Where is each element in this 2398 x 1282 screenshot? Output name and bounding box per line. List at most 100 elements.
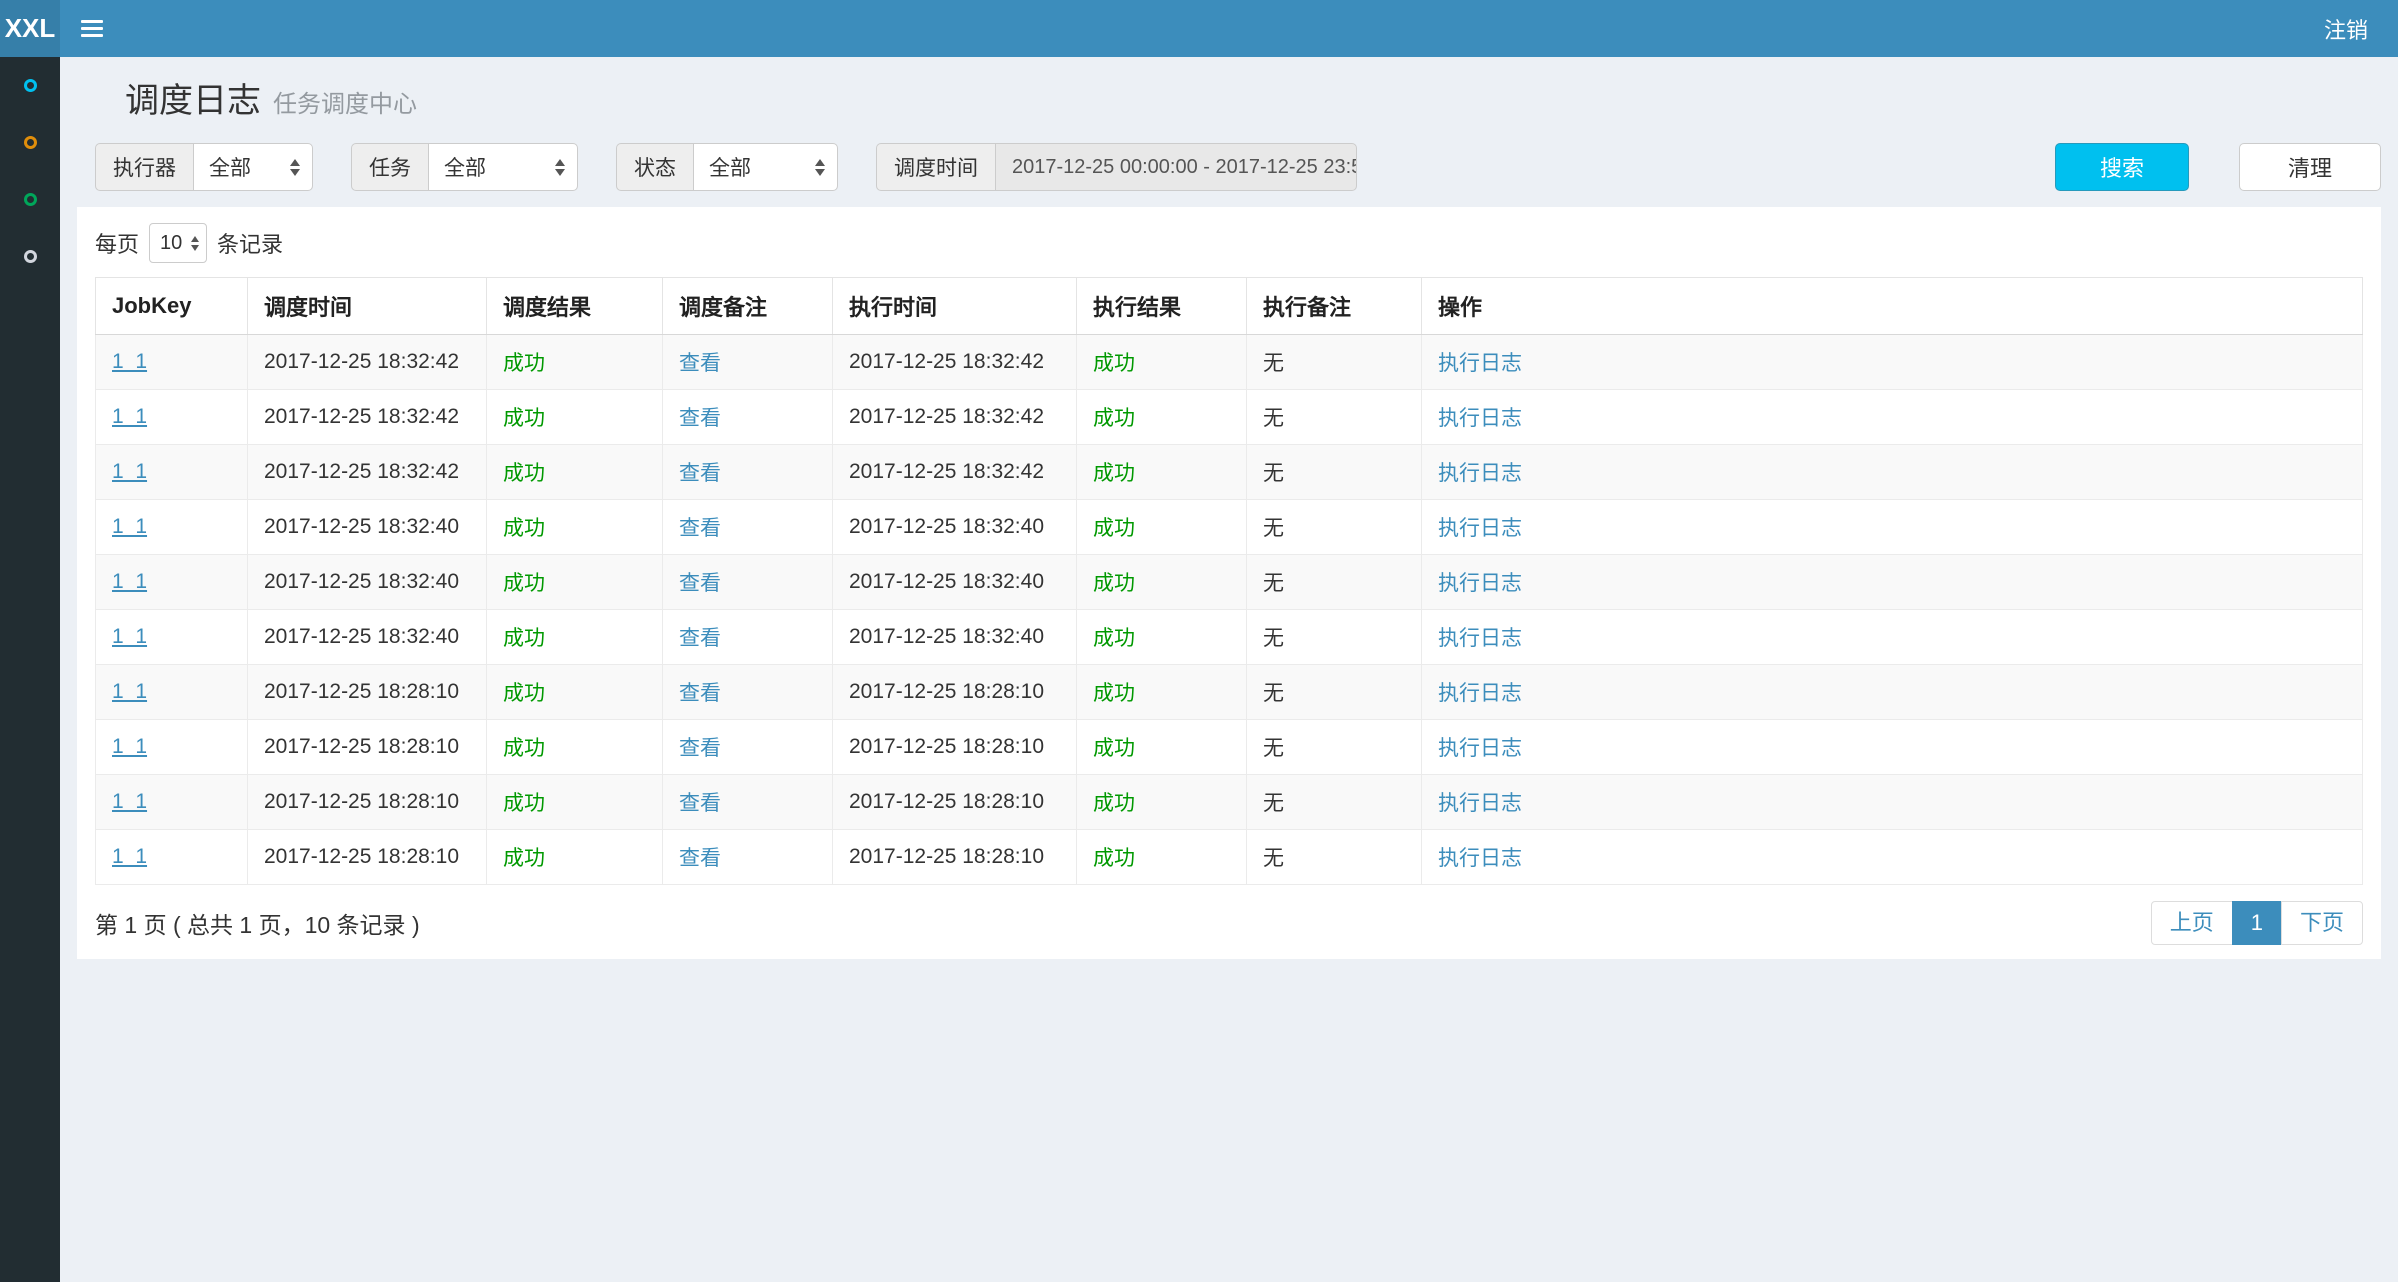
sidebar-item-4[interactable] — [0, 228, 60, 285]
action-cell: 执行日志 — [1422, 335, 2363, 390]
trigger-result-cell: 成功 — [487, 665, 663, 720]
trigger-time-cell: 2017-12-25 18:32:40 — [248, 500, 487, 555]
main-content: 调度日志 任务调度中心 执行器 全部 任务 全部 状态 全部 — [60, 57, 2398, 1282]
jobkey-link[interactable]: 1_1 — [112, 735, 147, 758]
trigger-result-cell: 成功 — [487, 610, 663, 665]
sidebar-item-3[interactable] — [0, 171, 60, 228]
pagination-summary: 第 1 页 ( 总共 1 页，10 条记录 ) — [95, 906, 420, 940]
handle-time-cell: 2017-12-25 18:28:10 — [833, 775, 1077, 830]
executor-select[interactable]: 全部 — [193, 143, 313, 191]
handle-msg-cell: 无 — [1247, 610, 1422, 665]
app-logo[interactable]: XXL — [0, 0, 60, 57]
sidebar-toggle-button[interactable] — [60, 0, 124, 57]
jobkey-link[interactable]: 1_1 — [112, 405, 147, 428]
circle-icon — [24, 193, 37, 206]
view-trigger-msg-link[interactable]: 查看 — [679, 407, 721, 430]
log-table: JobKey调度时间调度结果调度备注执行时间执行结果执行备注操作 1_1 201… — [95, 277, 2363, 885]
execution-log-link[interactable]: 执行日志 — [1438, 517, 1522, 540]
trigger-time-cell: 2017-12-25 18:28:10 — [248, 775, 487, 830]
executor-filter-group: 执行器 全部 — [95, 143, 313, 191]
next-page-button[interactable]: 下页 — [2281, 901, 2363, 945]
column-header-3[interactable]: 调度备注 — [663, 278, 833, 335]
jobkey-link[interactable]: 1_1 — [112, 460, 147, 483]
page-number-1[interactable]: 1 — [2232, 901, 2282, 945]
jobkey-link[interactable]: 1_1 — [112, 790, 147, 813]
per-page-select[interactable]: 10 — [149, 223, 207, 263]
view-trigger-msg-link[interactable]: 查看 — [679, 627, 721, 650]
view-trigger-msg-link[interactable]: 查看 — [679, 462, 721, 485]
jobkey-cell: 1_1 — [96, 775, 248, 830]
clear-button[interactable]: 清理 — [2239, 143, 2381, 191]
execution-log-link[interactable]: 执行日志 — [1438, 572, 1522, 595]
execution-log-link[interactable]: 执行日志 — [1438, 847, 1522, 870]
column-header-2[interactable]: 调度结果 — [487, 278, 663, 335]
table-row: 1_1 2017-12-25 18:28:10 成功 查看 2017-12-25… — [96, 665, 2363, 720]
jobkey-cell: 1_1 — [96, 500, 248, 555]
view-trigger-msg-link[interactable]: 查看 — [679, 682, 721, 705]
view-trigger-msg-link[interactable]: 查看 — [679, 847, 721, 870]
select-arrows-icon — [555, 159, 565, 176]
table-row: 1_1 2017-12-25 18:32:40 成功 查看 2017-12-25… — [96, 555, 2363, 610]
select-arrows-icon — [191, 236, 199, 251]
job-filter-group: 任务 全部 — [351, 143, 578, 191]
execution-log-link[interactable]: 执行日志 — [1438, 407, 1522, 430]
status-filter-label: 状态 — [616, 143, 693, 191]
handle-time-cell: 2017-12-25 18:32:42 — [833, 390, 1077, 445]
execution-log-link[interactable]: 执行日志 — [1438, 682, 1522, 705]
table-row: 1_1 2017-12-25 18:28:10 成功 查看 2017-12-25… — [96, 775, 2363, 830]
column-header-4[interactable]: 执行时间 — [833, 278, 1077, 335]
execution-log-link[interactable]: 执行日志 — [1438, 737, 1522, 760]
view-trigger-msg-link[interactable]: 查看 — [679, 737, 721, 760]
log-table-header-row: JobKey调度时间调度结果调度备注执行时间执行结果执行备注操作 — [96, 278, 2363, 335]
column-header-6[interactable]: 执行备注 — [1247, 278, 1422, 335]
execution-log-link[interactable]: 执行日志 — [1438, 352, 1522, 375]
pagination: 上页 1 下页 — [2151, 901, 2363, 945]
execution-log-link[interactable]: 执行日志 — [1438, 462, 1522, 485]
execution-log-link[interactable]: 执行日志 — [1438, 627, 1522, 650]
trigger-result-cell: 成功 — [487, 390, 663, 445]
jobkey-link[interactable]: 1_1 — [112, 350, 147, 373]
view-trigger-msg-link[interactable]: 查看 — [679, 352, 721, 375]
handle-result-cell: 成功 — [1077, 500, 1247, 555]
view-trigger-msg-link[interactable]: 查看 — [679, 792, 721, 815]
handle-time-cell: 2017-12-25 18:32:42 — [833, 335, 1077, 390]
job-filter-label: 任务 — [351, 143, 428, 191]
view-trigger-msg-link[interactable]: 查看 — [679, 517, 721, 540]
jobkey-cell: 1_1 — [96, 610, 248, 665]
jobkey-cell: 1_1 — [96, 335, 248, 390]
handle-msg-cell: 无 — [1247, 445, 1422, 500]
handle-msg-cell: 无 — [1247, 775, 1422, 830]
status-select[interactable]: 全部 — [693, 143, 838, 191]
search-button[interactable]: 搜索 — [2055, 143, 2189, 191]
trigger-time-cell: 2017-12-25 18:32:42 — [248, 390, 487, 445]
logout-link[interactable]: 注销 — [2324, 13, 2368, 45]
trigger-msg-cell: 查看 — [663, 335, 833, 390]
jobkey-link[interactable]: 1_1 — [112, 845, 147, 868]
execution-log-link[interactable]: 执行日志 — [1438, 792, 1522, 815]
job-select[interactable]: 全部 — [428, 143, 578, 191]
trigger-time-cell: 2017-12-25 18:28:10 — [248, 665, 487, 720]
handle-msg-cell: 无 — [1247, 335, 1422, 390]
column-header-5[interactable]: 执行结果 — [1077, 278, 1247, 335]
trigger-msg-cell: 查看 — [663, 665, 833, 720]
jobkey-cell: 1_1 — [96, 390, 248, 445]
jobkey-link[interactable]: 1_1 — [112, 515, 147, 538]
jobkey-link[interactable]: 1_1 — [112, 680, 147, 703]
action-cell: 执行日志 — [1422, 390, 2363, 445]
jobkey-link[interactable]: 1_1 — [112, 625, 147, 648]
view-trigger-msg-link[interactable]: 查看 — [679, 572, 721, 595]
column-header-7[interactable]: 操作 — [1422, 278, 2363, 335]
trigger-time-range-input[interactable]: 2017-12-25 00:00:00 - 2017-12-25 23:59:5… — [995, 143, 1357, 191]
log-panel: 每页 10 条记录 JobKey调度时间调度结果调度备注执行时间执行结果执行备注… — [77, 207, 2381, 959]
trigger-result-cell: 成功 — [487, 445, 663, 500]
trigger-result-cell: 成功 — [487, 830, 663, 885]
jobkey-link[interactable]: 1_1 — [112, 570, 147, 593]
prev-page-button[interactable]: 上页 — [2151, 901, 2233, 945]
sidebar-item-2[interactable] — [0, 114, 60, 171]
sidebar-item-1[interactable] — [0, 57, 60, 114]
column-header-0[interactable]: JobKey — [96, 278, 248, 335]
table-row: 1_1 2017-12-25 18:28:10 成功 查看 2017-12-25… — [96, 830, 2363, 885]
column-header-1[interactable]: 调度时间 — [248, 278, 487, 335]
per-page-control: 每页 10 条记录 — [95, 223, 2363, 263]
per-page-prefix-label: 每页 — [95, 227, 139, 259]
